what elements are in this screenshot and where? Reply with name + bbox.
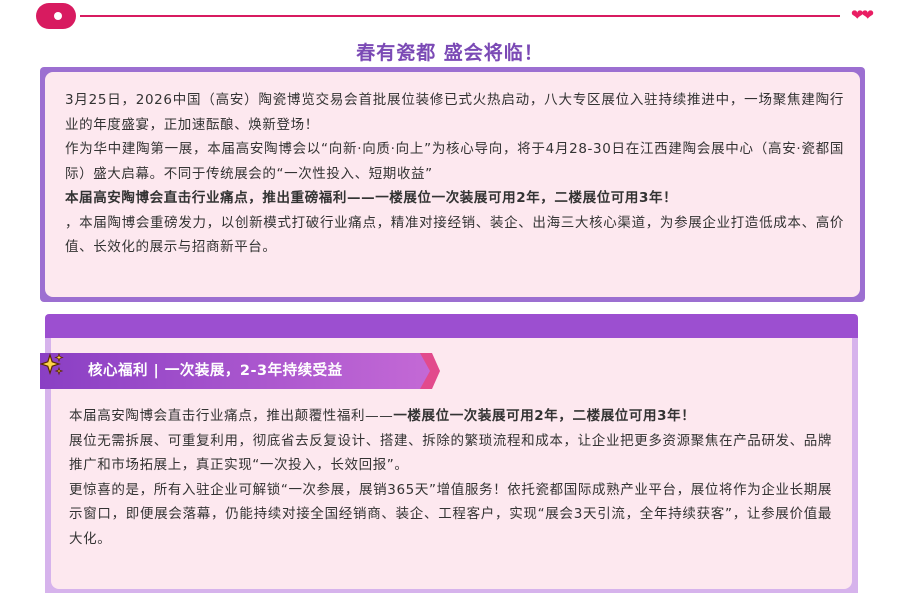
intro-paragraph-1: 3月25日，2026中国（高安）陶瓷博览交易会首批展位装修已式火热启动，八大专区… [65, 92, 844, 133]
hearts-icon: ❤❤ [850, 6, 874, 24]
intro-panel-body: 3月25日，2026中国（高安）陶瓷博览交易会首批展位装修已式火热启动，八大专区… [45, 72, 860, 297]
intro-paragraph-2: 作为华中建陶第一展，本届高安陶博会以“向新·向质·向上”为核心导向，将于4月28… [65, 141, 844, 182]
benefit-paragraph-1-text: 本届高安陶博会直击行业痛点，推出颠覆性福利—— [69, 408, 394, 424]
benefit-paragraph-1: 本届高安陶博会直击行业痛点，推出颠覆性福利——一楼展位一次装展可用2年，二楼展位… [69, 404, 832, 429]
intro-panel: 3月25日，2026中国（高安）陶瓷博览交易会首批展位装修已式火热启动，八大专区… [40, 67, 865, 302]
benefit-panel-header [45, 314, 858, 340]
benefit-paragraph-1-bold: 一楼展位一次装展可用2年，二楼展位可用3年！ [393, 408, 696, 424]
intro-paragraph-4: ，本届陶博会重磅发力，以创新模式打破行业痛点，精准对接经销、装企、出海三大核心渠… [65, 214, 844, 256]
sparkle-star-icon [40, 353, 64, 376]
benefit-paragraph-3: 更惊喜的是，所有入驻企业可解锁“一次参展，展销365天”增值服务！依托瓷都国际成… [69, 481, 832, 547]
section-ribbon: 核心福利 | 一次装展，2-3年持续受益 [40, 353, 440, 389]
circle-dot-icon [36, 3, 76, 29]
ribbon-title: 核心福利 | 一次装展，2-3年持续受益 [88, 363, 343, 379]
intro-paragraph-bold: 本届高安陶博会直击行业痛点，推出重磅福利——一楼展位一次装展可用2年，二楼展位可… [65, 190, 678, 206]
top-divider-line [80, 15, 840, 17]
page-headline: 春有瓷都 盛会将临！ [356, 42, 544, 64]
benefit-paragraph-2: 展位无需拆展、可重复利用，彻底省去反复设计、搭建、拆除的繁琐流程和成本，让企业把… [69, 432, 832, 474]
